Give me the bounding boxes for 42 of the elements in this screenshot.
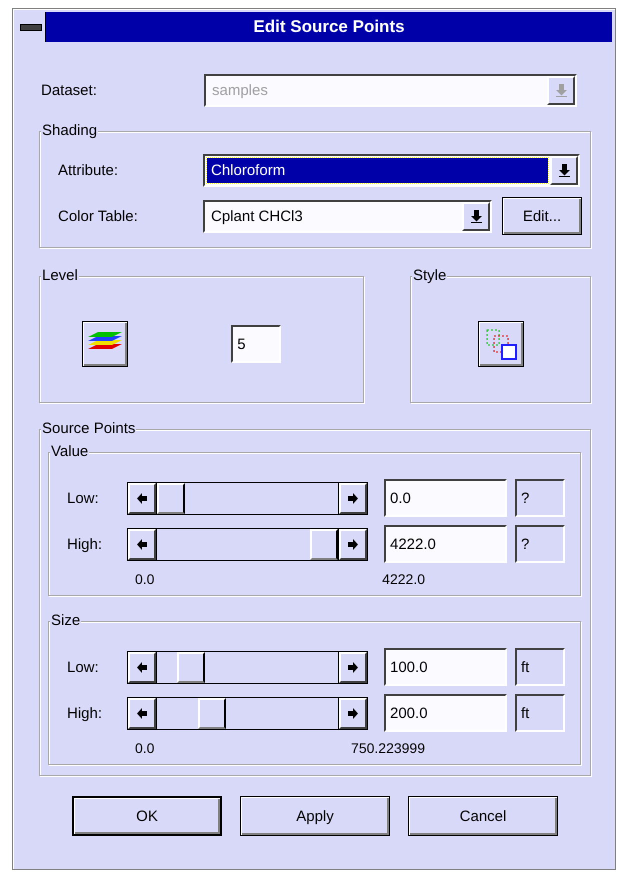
dialog-button[interactable]: Apply — [240, 796, 390, 836]
overlapping-squares-icon — [484, 327, 518, 361]
field-label: Attribute: — [58, 162, 120, 179]
level-input[interactable]: 5 — [231, 325, 282, 363]
system-menu-button[interactable] — [16, 12, 46, 42]
down-arrow-icon — [556, 84, 566, 97]
combo-value: samples — [211, 81, 269, 101]
range-max: 4222.0 — [382, 571, 425, 587]
dialog-button[interactable]: OK — [72, 796, 222, 836]
dialog-button[interactable]: Cancel — [408, 796, 558, 836]
unit-label: ft — [515, 694, 565, 732]
combo-value: Chloroform — [207, 158, 548, 183]
value-input[interactable]: 100.0 — [384, 648, 507, 686]
down-arrow-icon — [558, 164, 570, 177]
value-input[interactable]: 0.0 — [384, 479, 507, 517]
unit-label: ft — [515, 648, 565, 686]
field-label: Color Table: — [58, 208, 139, 224]
down-arrow-icon — [470, 210, 482, 222]
value-input[interactable]: 4222.0 — [384, 525, 507, 563]
slider-label: Low: — [66, 490, 100, 506]
slider-label: High: — [66, 536, 104, 552]
attribute-dropdown[interactable]: Chloroform — [203, 154, 580, 187]
window-title: Edit Source Points — [252, 16, 406, 38]
slider-label: Low: — [66, 658, 100, 676]
style-button[interactable] — [478, 321, 524, 367]
group-title: Shading — [41, 122, 98, 140]
edit-button[interactable]: Edit... — [502, 197, 582, 235]
minus-icon — [20, 24, 42, 30]
value-input[interactable]: 200.0 — [384, 694, 507, 732]
slider-label: High: — [66, 704, 104, 722]
field-label: Dataset: — [41, 82, 98, 99]
range-min: 0.0 — [135, 740, 154, 756]
group-title: Style — [412, 267, 448, 285]
range-max: 750.223999 — [351, 740, 425, 756]
layers-button[interactable] — [82, 321, 128, 367]
unit-label: ? — [515, 479, 565, 517]
range-min: 0.0 — [135, 571, 154, 587]
combo-value: Cplant CHCl3 — [210, 206, 304, 226]
dropdown-button[interactable] — [550, 156, 578, 185]
unit-label: ? — [515, 525, 565, 563]
dropdown-button[interactable] — [462, 202, 490, 230]
color-table-dropdown[interactable]: Cplant CHCl3 — [203, 200, 492, 232]
